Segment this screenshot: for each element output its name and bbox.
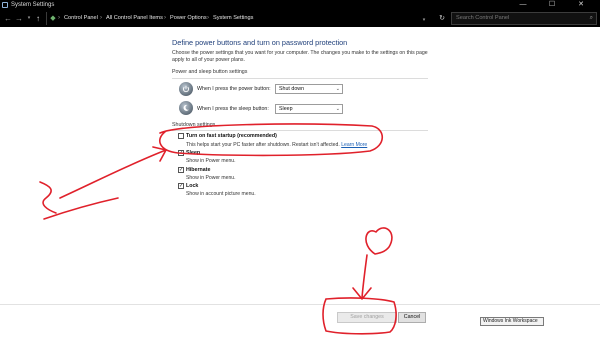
back-arrow-icon[interactable]: ← [3,13,13,24]
forward-arrow-icon[interactable]: → [14,13,24,24]
power-button-select[interactable]: Shut down ⌄ [275,84,343,94]
sleep-button-select[interactable]: Sleep ⌄ [275,104,343,114]
lock-title[interactable]: Lock [186,183,198,189]
sleep-title[interactable]: Sleep [186,150,200,156]
divider [172,130,428,131]
breadcrumb-all-items[interactable]: All Control Panel Items [106,12,163,25]
power-button-icon [179,82,193,96]
power-group-label: Power and sleep button settings [172,69,248,75]
window-title: System Settings [11,2,55,8]
sleep-button-value: Sleep [279,106,293,112]
close-button[interactable]: ✕ [570,0,592,10]
divider [172,78,428,79]
chevron-down-icon: ⌄ [335,86,340,92]
hibernate-checkbox[interactable]: ✓ [178,167,184,173]
power-button-label: When I press the power button: [197,86,271,92]
breadcrumb-control-panel[interactable]: Control Panel [64,12,98,25]
lock-description: Show in account picture menu. [186,191,256,197]
ink-squiggle [39,181,57,214]
up-arrow-icon[interactable]: ↑ [33,13,43,24]
ink-workspace-tooltip: Windows Ink Workspace [480,317,544,326]
hibernate-title[interactable]: Hibernate [186,167,210,173]
search-placeholder: Search Control Panel [456,15,510,21]
learn-more-link[interactable]: Learn More [341,142,367,148]
breadcrumb-power-options[interactable]: Power Options [170,12,207,25]
history-dropdown-icon[interactable]: ▾ [419,15,429,26]
footer-divider [0,304,600,305]
power-button-value: Shut down [279,86,305,92]
maximize-button[interactable]: ☐ [541,0,563,10]
fast-startup-description: This helps start your PC faster after sh… [186,142,368,148]
shutdown-group-label: Shutdown settings [172,122,216,128]
page-description: Choose the power settings that you want … [172,50,428,63]
control-panel-icon [2,2,8,8]
control-panel-icon: ◆ [50,15,56,22]
sleep-button-icon [179,101,193,115]
fast-startup-title[interactable]: Turn on fast startup (recommended) [186,133,277,139]
lock-checkbox[interactable]: ✓ [178,183,184,189]
ink-heart [365,227,393,255]
address-bar: ← → ▾ ↑ ◆ › Control Panel › All Control … [0,10,600,27]
breadcrumb: ◆ › Control Panel › All Control Panel It… [46,12,434,25]
cancel-button[interactable]: Cancel [398,312,426,323]
sleep-button-label: When I press the sleep button: [197,106,269,112]
title-bar: System Settings — ☐ ✕ [0,0,600,10]
breadcrumb-system-settings[interactable]: System Settings [213,12,253,25]
chevron-down-icon: ⌄ [335,106,340,112]
hibernate-description: Show in Power menu. [186,175,236,181]
search-icon: ⌕ [589,15,593,21]
ink-down-arrow-shaft [361,254,368,299]
sleep-checkbox[interactable]: ✓ [178,150,184,156]
minimize-button[interactable]: — [512,0,534,10]
refresh-icon[interactable]: ↻ [437,13,447,24]
page-title: Define power buttons and turn on passwor… [172,38,348,47]
sleep-description: Show in Power menu. [186,158,236,164]
ink-arrow-shaft [59,149,167,199]
fast-startup-checkbox[interactable] [178,133,184,139]
ink-underline [43,197,119,220]
ink-down-arrow-head [352,287,372,300]
ink-arrow-head [152,146,167,162]
save-changes-button[interactable]: Save changes [337,312,397,323]
search-input[interactable]: Search Control Panel ⌕ [451,12,597,25]
